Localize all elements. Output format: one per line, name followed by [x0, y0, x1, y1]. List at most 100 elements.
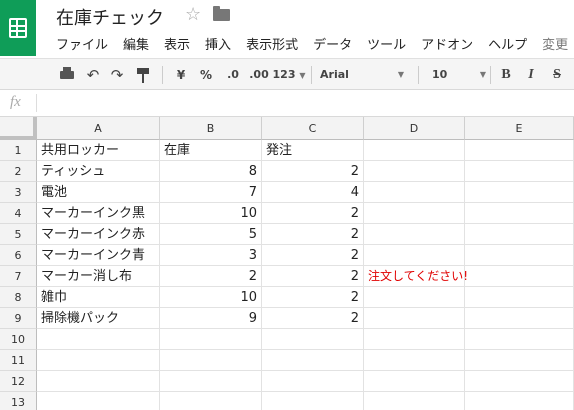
- column-header-a[interactable]: A: [37, 117, 160, 140]
- cell-a6[interactable]: マーカーインク青: [37, 245, 160, 266]
- redo-icon[interactable]: ↷: [108, 65, 126, 85]
- row-header[interactable]: 8: [0, 287, 37, 308]
- decrease-decimal-button[interactable]: .0: [222, 65, 244, 85]
- cell-b8[interactable]: 10: [160, 287, 262, 308]
- row-header[interactable]: 13: [0, 392, 37, 410]
- percent-format-button[interactable]: %: [199, 65, 213, 85]
- font-size-select[interactable]: 10 ▼: [432, 65, 488, 85]
- row-header[interactable]: 5: [0, 224, 37, 245]
- menu-insert[interactable]: 挿入: [205, 34, 231, 53]
- cell-a8[interactable]: 雑巾: [37, 287, 160, 308]
- cell-d3[interactable]: [364, 182, 465, 203]
- cell-d10[interactable]: [364, 329, 465, 350]
- cell-c9[interactable]: 2: [262, 308, 364, 329]
- select-all-corner[interactable]: [0, 117, 37, 140]
- menu-help[interactable]: ヘルプ: [488, 34, 527, 53]
- column-header-d[interactable]: D: [364, 117, 465, 140]
- cell-d1[interactable]: [364, 140, 465, 161]
- column-header-c[interactable]: C: [262, 117, 364, 140]
- menu-data[interactable]: データ: [313, 34, 352, 53]
- undo-icon[interactable]: ↶: [84, 65, 102, 85]
- cell-e6[interactable]: [465, 245, 574, 266]
- cell-d13[interactable]: [364, 392, 465, 410]
- cell-d5[interactable]: [364, 224, 465, 245]
- cell-c6[interactable]: 2: [262, 245, 364, 266]
- column-header-b[interactable]: B: [160, 117, 262, 140]
- cell-d2[interactable]: [364, 161, 465, 182]
- print-icon[interactable]: [58, 65, 76, 85]
- row-header[interactable]: 12: [0, 371, 37, 392]
- cell-e5[interactable]: [465, 224, 574, 245]
- cell-a1[interactable]: 共用ロッカー: [37, 140, 160, 161]
- row-header[interactable]: 1: [0, 140, 37, 161]
- row-header[interactable]: 3: [0, 182, 37, 203]
- cell-a9[interactable]: 掃除機パック: [37, 308, 160, 329]
- star-icon[interactable]: ☆: [185, 4, 201, 25]
- cell-c7[interactable]: 2: [262, 266, 364, 287]
- menu-edit[interactable]: 編集: [123, 34, 149, 53]
- last-edit-link[interactable]: 変更: [542, 34, 568, 53]
- cell-a12[interactable]: [37, 371, 160, 392]
- cell-b3[interactable]: 7: [160, 182, 262, 203]
- cell-c8[interactable]: 2: [262, 287, 364, 308]
- cell-d8[interactable]: [364, 287, 465, 308]
- cell-a11[interactable]: [37, 350, 160, 371]
- menu-view[interactable]: 表示: [164, 34, 190, 53]
- cell-e1[interactable]: [465, 140, 574, 161]
- italic-button[interactable]: I: [523, 65, 539, 85]
- row-header[interactable]: 7: [0, 266, 37, 287]
- folder-icon[interactable]: [213, 6, 230, 21]
- cell-e4[interactable]: [465, 203, 574, 224]
- cell-c1[interactable]: 発注: [262, 140, 364, 161]
- more-formats-button[interactable]: 123 ▼: [272, 65, 306, 85]
- cell-b11[interactable]: [160, 350, 262, 371]
- cell-c4[interactable]: 2: [262, 203, 364, 224]
- cell-a4[interactable]: マーカーインク黒: [37, 203, 160, 224]
- cell-b10[interactable]: [160, 329, 262, 350]
- cell-e9[interactable]: [465, 308, 574, 329]
- cell-c11[interactable]: [262, 350, 364, 371]
- menu-file[interactable]: ファイル: [56, 34, 108, 53]
- currency-format-button[interactable]: ¥: [174, 65, 188, 85]
- document-title[interactable]: 在庫チェック: [56, 4, 164, 30]
- bold-button[interactable]: B: [498, 65, 514, 85]
- cell-c2[interactable]: 2: [262, 161, 364, 182]
- cell-e12[interactable]: [465, 371, 574, 392]
- row-header[interactable]: 2: [0, 161, 37, 182]
- row-header[interactable]: 11: [0, 350, 37, 371]
- formula-input[interactable]: [44, 94, 564, 112]
- cell-d12[interactable]: [364, 371, 465, 392]
- cell-a13[interactable]: [37, 392, 160, 410]
- cell-a3[interactable]: 電池: [37, 182, 160, 203]
- increase-decimal-button[interactable]: .00: [248, 65, 270, 85]
- row-header[interactable]: 6: [0, 245, 37, 266]
- cell-b9[interactable]: 9: [160, 308, 262, 329]
- cell-b4[interactable]: 10: [160, 203, 262, 224]
- row-header[interactable]: 10: [0, 329, 37, 350]
- menu-tools[interactable]: ツール: [367, 34, 406, 53]
- cell-a7[interactable]: マーカー消し布: [37, 266, 160, 287]
- cell-b6[interactable]: 3: [160, 245, 262, 266]
- row-header[interactable]: 4: [0, 203, 37, 224]
- strikethrough-button[interactable]: S: [549, 65, 565, 85]
- cell-b7[interactable]: 2: [160, 266, 262, 287]
- cell-b1[interactable]: 在庫: [160, 140, 262, 161]
- cell-e2[interactable]: [465, 161, 574, 182]
- cell-d9[interactable]: [364, 308, 465, 329]
- cell-b5[interactable]: 5: [160, 224, 262, 245]
- cell-b12[interactable]: [160, 371, 262, 392]
- menu-addons[interactable]: アドオン: [421, 34, 473, 53]
- cell-a2[interactable]: ティッシュ: [37, 161, 160, 182]
- font-family-select[interactable]: Arial ▼: [320, 65, 406, 85]
- cell-e3[interactable]: [465, 182, 574, 203]
- cell-d7[interactable]: 注文してください!: [364, 266, 468, 287]
- cell-c12[interactable]: [262, 371, 364, 392]
- cell-d6[interactable]: [364, 245, 465, 266]
- cell-c3[interactable]: 4: [262, 182, 364, 203]
- cell-e13[interactable]: [465, 392, 574, 410]
- cell-a5[interactable]: マーカーインク赤: [37, 224, 160, 245]
- cell-c5[interactable]: 2: [262, 224, 364, 245]
- sheets-logo-icon[interactable]: [0, 0, 36, 56]
- cell-d11[interactable]: [364, 350, 465, 371]
- cell-d4[interactable]: [364, 203, 465, 224]
